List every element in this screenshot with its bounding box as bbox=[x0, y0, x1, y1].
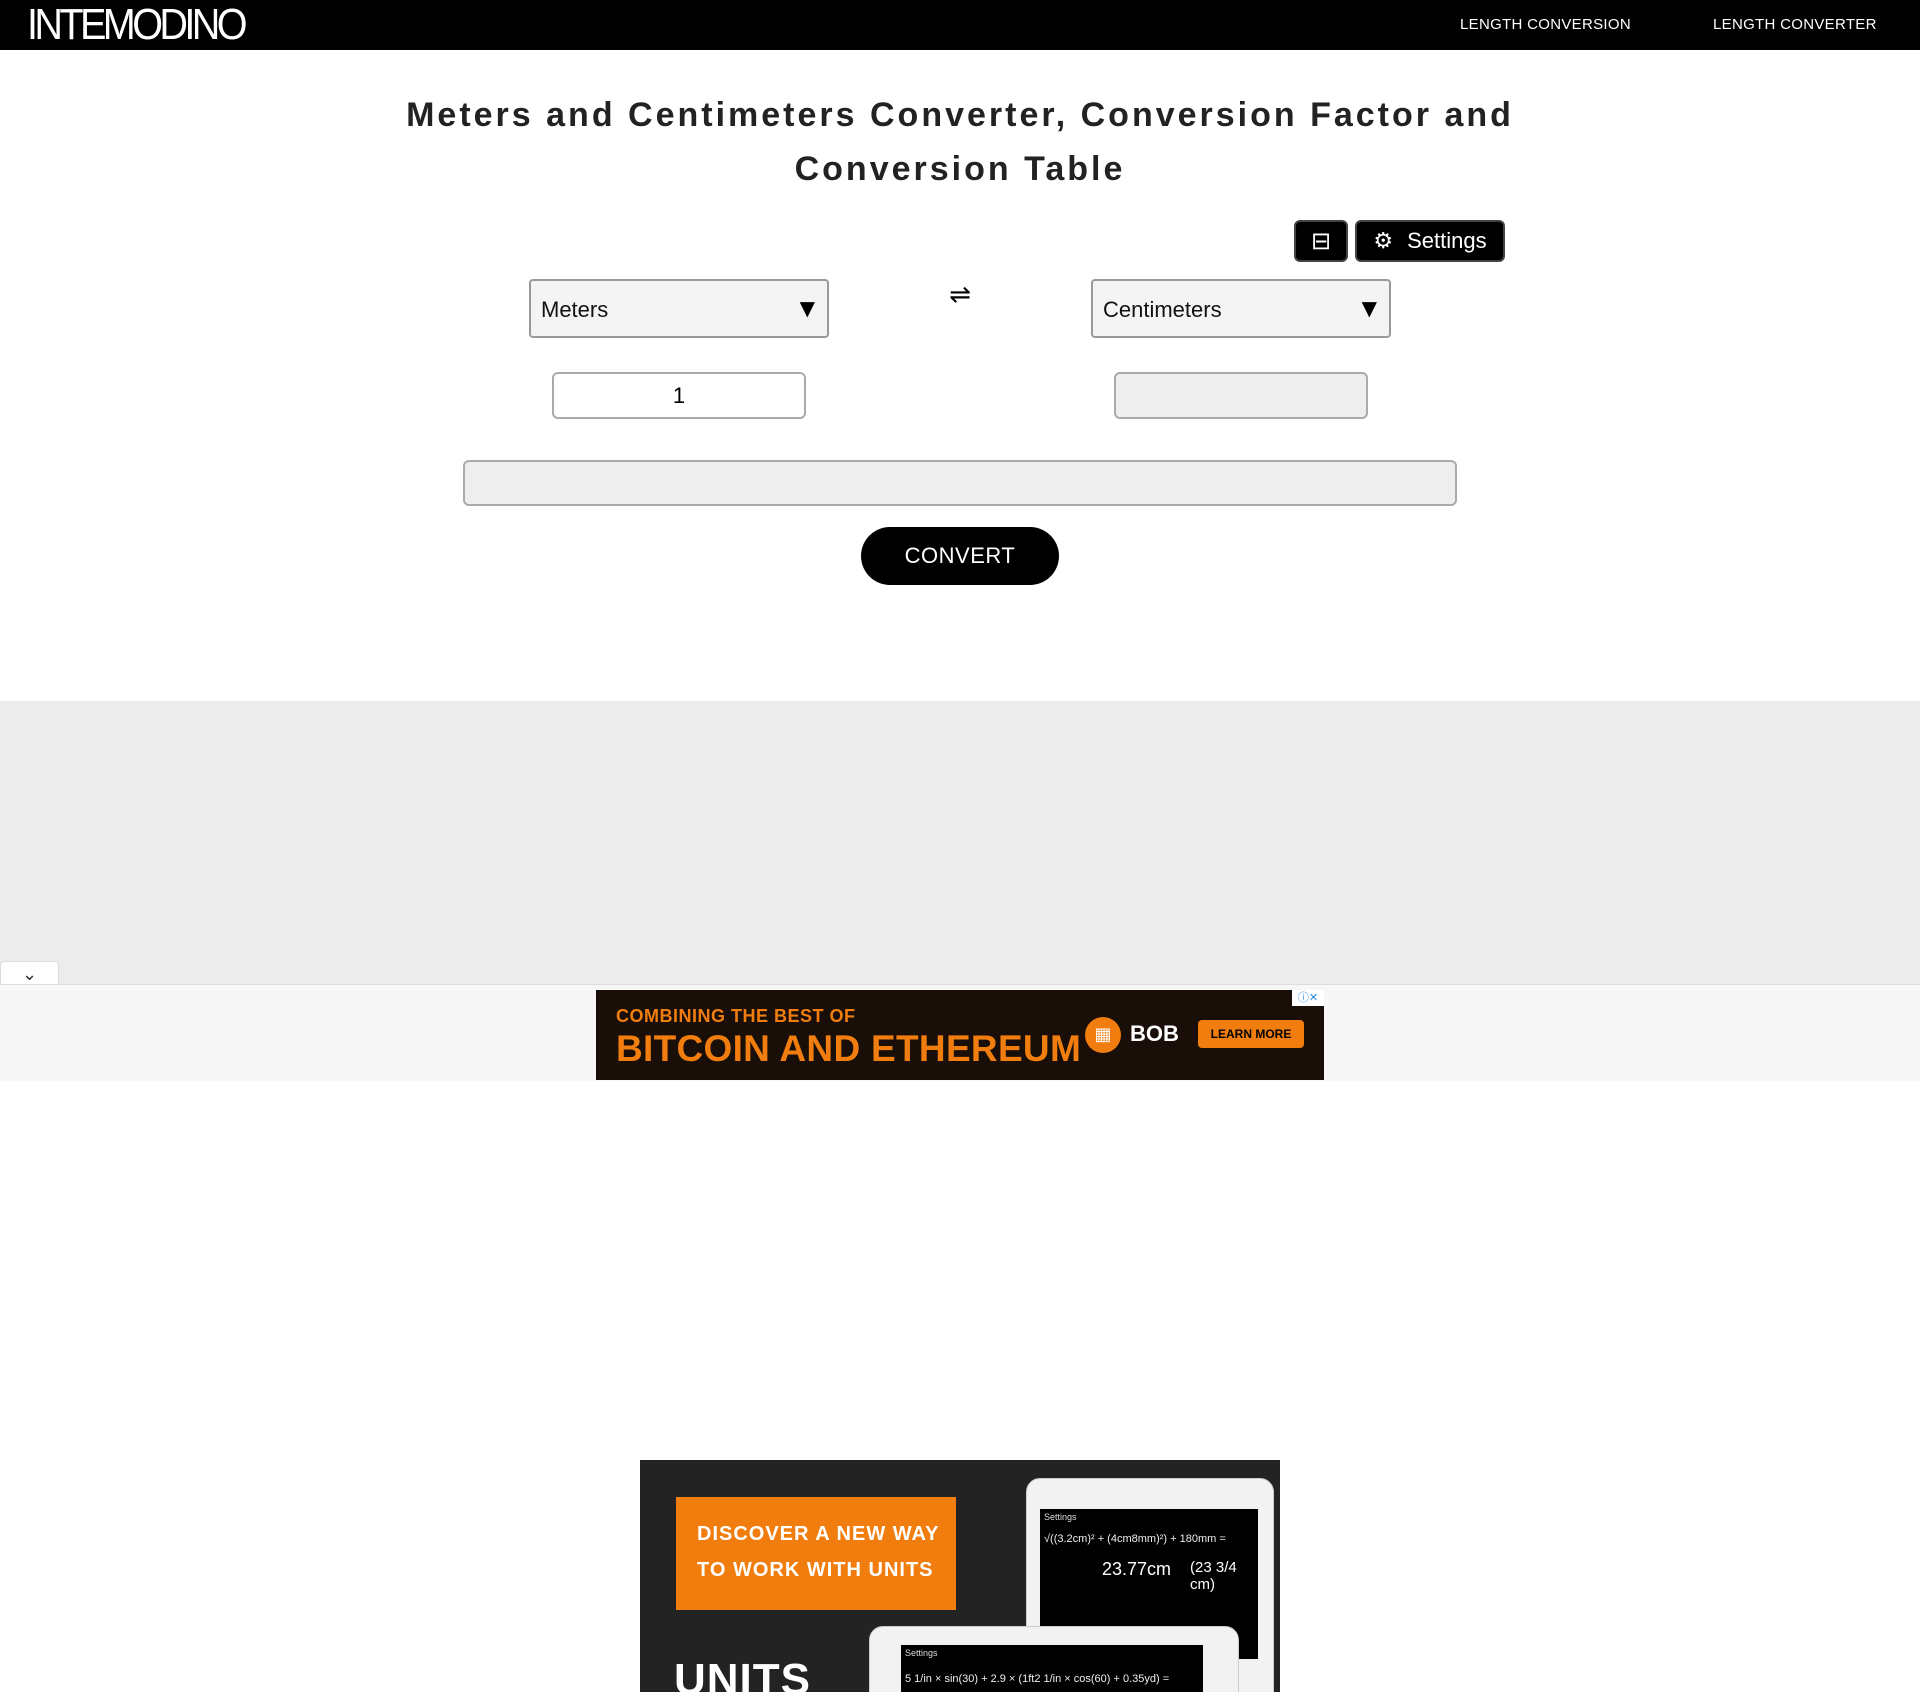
screen-settings-label: Settings bbox=[905, 1648, 938, 1658]
gear-icon: ⚙ bbox=[1373, 228, 1394, 254]
units-app-ad[interactable]: DISCOVER A NEW WAY TO WORK WITH UNITS Se… bbox=[640, 1460, 1280, 1692]
ad-banner-line2: BITCOIN AND ETHEREUM bbox=[616, 1028, 1082, 1069]
from-unit-value: Meters bbox=[541, 297, 609, 322]
to-unit-value: Centimeters bbox=[1103, 297, 1222, 322]
top-navbar: INTEMODINO LENGTH CONVERSION LENGTH CONV… bbox=[0, 0, 1920, 50]
bob-logo-icon: ▦ bbox=[1085, 1017, 1121, 1053]
to-value-input[interactable] bbox=[1114, 372, 1368, 419]
phone-image: Settings 5 1/in × sin(30) + 2.9 × (1ft2 … bbox=[869, 1626, 1239, 1692]
settings-button[interactable]: ⚙ Settings bbox=[1355, 220, 1505, 262]
dropdown-arrow-icon: ▼ bbox=[1361, 296, 1377, 320]
nav-length-converter[interactable]: LENGTH CONVERTER bbox=[1713, 16, 1877, 33]
ad-brand-text: UNITS bbox=[674, 1655, 811, 1692]
convert-button[interactable]: CONVERT bbox=[861, 527, 1059, 585]
screen-result: 23.77cm bbox=[1102, 1559, 1172, 1579]
screen-expression: 5 1/in × sin(30) + 2.9 × (1ft2 1/in × co… bbox=[905, 1673, 1170, 1685]
compact-view-button[interactable]: ⊟ bbox=[1294, 220, 1348, 262]
screen-expression: √((3.2cm)² + (4cm8mm)²) + 180mm = bbox=[1044, 1533, 1226, 1545]
ad-choices-icon[interactable]: ⓘ✕ bbox=[1292, 990, 1324, 1006]
ad-promo-line2: TO WORK WITH UNITS bbox=[697, 1559, 934, 1581]
bob-ad-banner[interactable]: COMBINING THE BEST OF BITCOIN AND ETHERE… bbox=[596, 990, 1324, 1080]
formula-output bbox=[463, 460, 1457, 506]
swap-units-icon[interactable]: ⇌ bbox=[945, 280, 975, 314]
ad-banner-line1: COMBINING THE BEST OF bbox=[616, 1006, 856, 1026]
to-unit-select[interactable]: Centimeters ▼ bbox=[1091, 279, 1391, 338]
phone-screen: Settings 5 1/in × sin(30) + 2.9 × (1ft2 … bbox=[901, 1645, 1203, 1692]
from-value-input[interactable] bbox=[552, 372, 806, 419]
ad-promo-line1: DISCOVER A NEW WAY bbox=[697, 1523, 940, 1545]
ad-section: DISCOVER A NEW WAY TO WORK WITH UNITS Se… bbox=[0, 701, 1920, 1692]
compact-view-icon: ⊟ bbox=[1310, 227, 1332, 255]
settings-label: Settings bbox=[1407, 228, 1487, 253]
chevron-down-icon: ⌄ bbox=[21, 964, 38, 985]
learn-more-button[interactable]: LEARN MORE bbox=[1198, 1020, 1304, 1048]
screen-settings-label: Settings bbox=[1044, 1512, 1077, 1522]
screen-fraction: (23 3/4 cm) bbox=[1190, 1559, 1237, 1593]
from-unit-select[interactable]: Meters ▼ bbox=[529, 279, 829, 338]
ad-banner-brand: BOB bbox=[1130, 1021, 1179, 1046]
ad-promo-box: DISCOVER A NEW WAY TO WORK WITH UNITS bbox=[676, 1497, 956, 1610]
dropdown-arrow-icon: ▼ bbox=[799, 296, 815, 320]
site-logo[interactable]: INTEMODINO bbox=[27, 2, 248, 48]
page-title: Meters and Centimeters Converter, Conver… bbox=[406, 96, 1514, 188]
nav-length-conversion[interactable]: LENGTH CONVERSION bbox=[1460, 16, 1631, 33]
